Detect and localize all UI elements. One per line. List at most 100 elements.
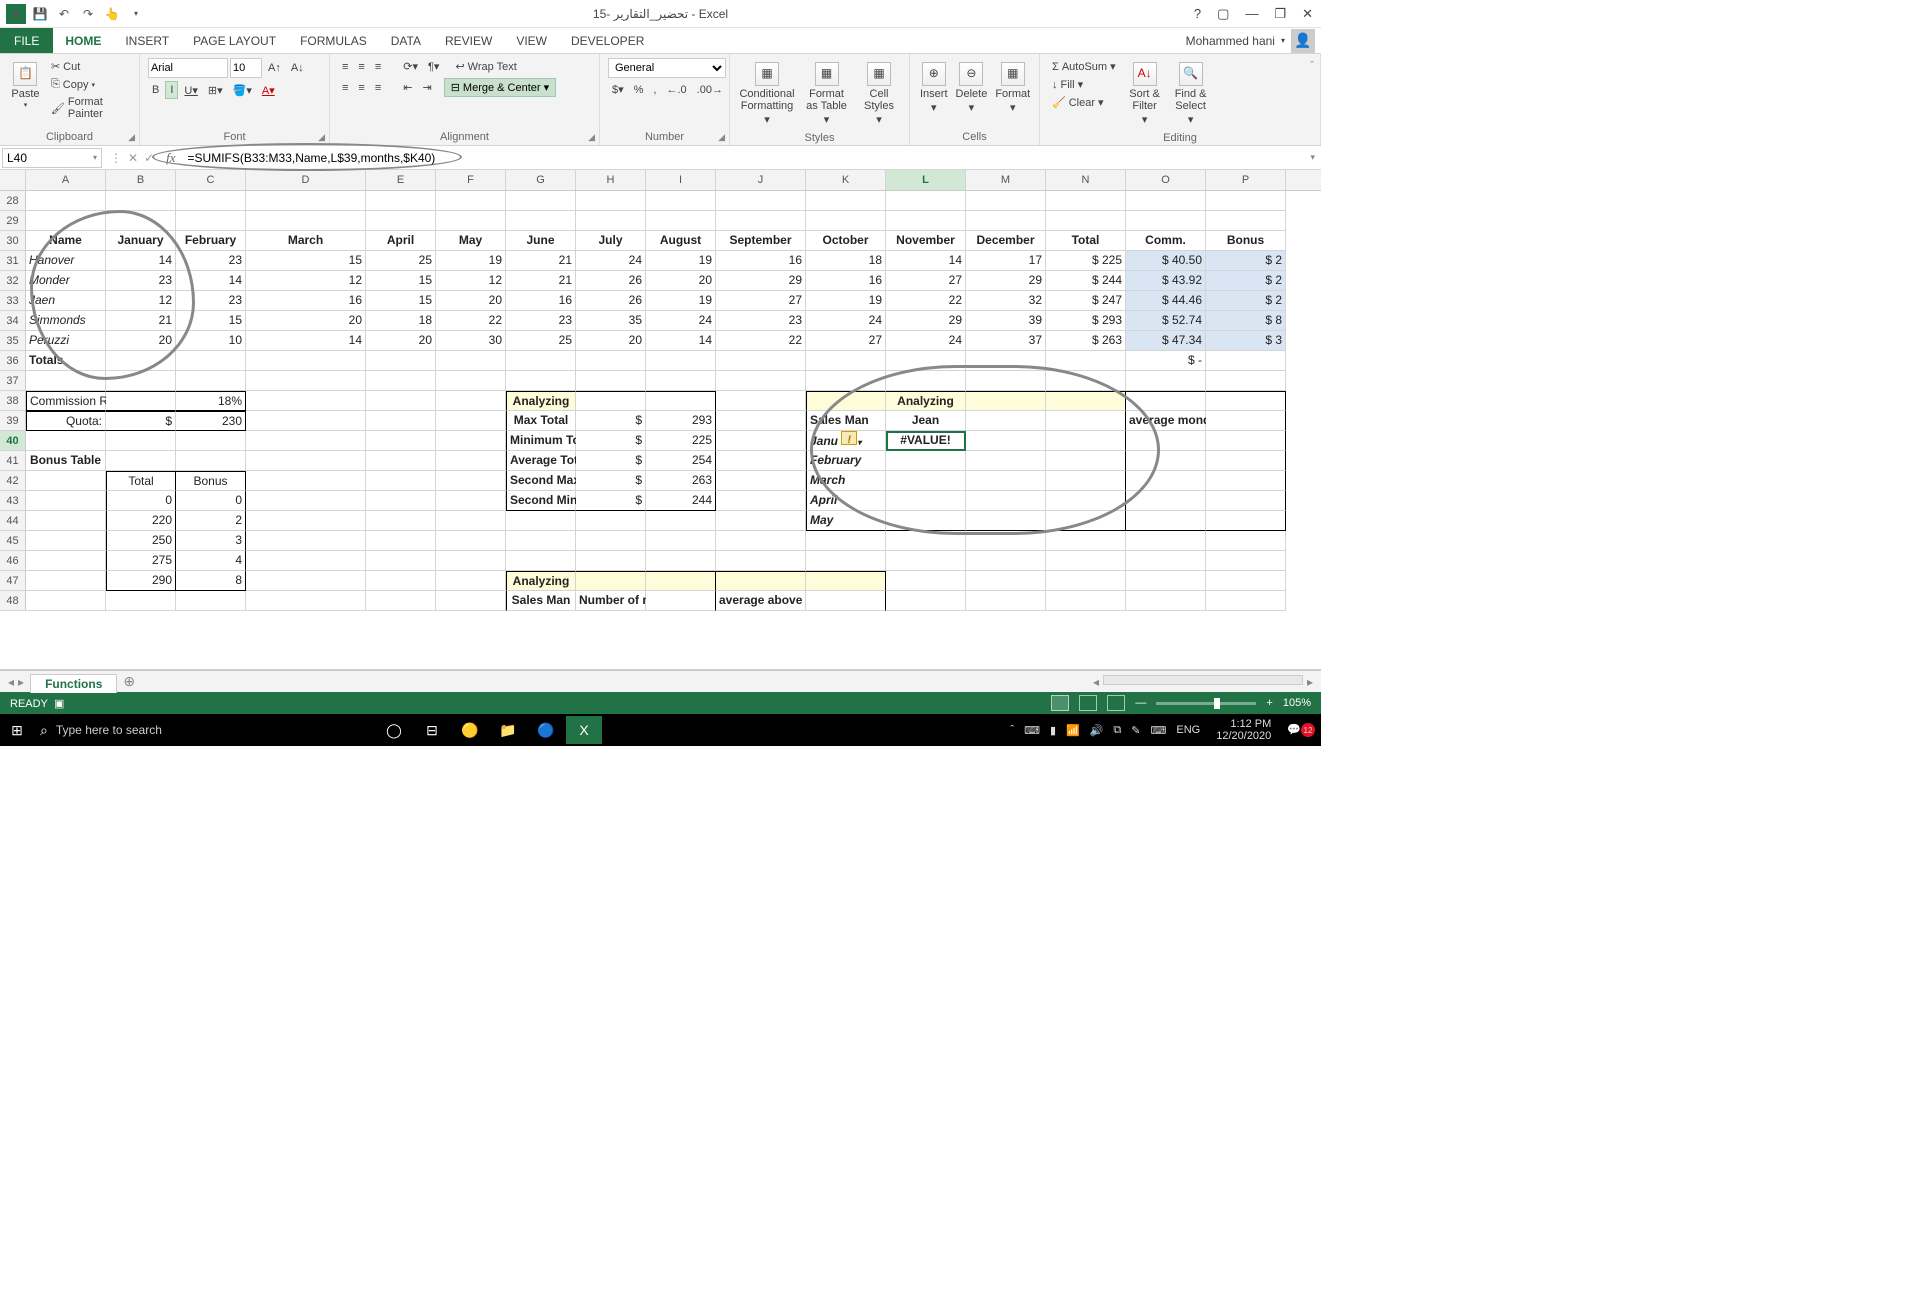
cell-J39[interactable]: [716, 411, 806, 431]
cell-L34[interactable]: 29: [886, 311, 966, 331]
col-header-F[interactable]: F: [436, 170, 506, 190]
task-view-icon[interactable]: ⊟: [414, 716, 450, 744]
cell-E33[interactable]: 15: [366, 291, 436, 311]
cell-O43[interactable]: [1126, 491, 1206, 511]
cell-P44[interactable]: [1206, 511, 1286, 531]
cell-I41[interactable]: 254: [646, 451, 716, 471]
cell-P31[interactable]: $ 2: [1206, 251, 1286, 271]
dialog-launcher-icon[interactable]: ◢: [318, 132, 325, 143]
system-clock[interactable]: 1:12 PM12/20/2020: [1210, 718, 1277, 742]
cell-G43[interactable]: Second Min: [506, 491, 576, 511]
name-box[interactable]: L40▾: [2, 148, 102, 168]
col-header-P[interactable]: P: [1206, 170, 1286, 190]
col-header-H[interactable]: H: [576, 170, 646, 190]
new-sheet-icon[interactable]: ⊕: [123, 673, 135, 690]
cell-N31[interactable]: $ 225: [1046, 251, 1126, 271]
cell-D44[interactable]: [246, 511, 366, 531]
touch-keyboard-icon[interactable]: ⌨: [1151, 724, 1167, 737]
cell-D30[interactable]: March: [246, 231, 366, 251]
cell-K38[interactable]: [806, 391, 886, 411]
cell-N37[interactable]: [1046, 371, 1126, 391]
cell-H42[interactable]: $: [576, 471, 646, 491]
cell-K33[interactable]: 19: [806, 291, 886, 311]
cell-H31[interactable]: 24: [576, 251, 646, 271]
cell-B36[interactable]: [106, 351, 176, 371]
cell-L37[interactable]: [886, 371, 966, 391]
cell-I29[interactable]: [646, 211, 716, 231]
cell-H38[interactable]: [576, 391, 646, 411]
cell-F29[interactable]: [436, 211, 506, 231]
cell-K28[interactable]: [806, 191, 886, 211]
cell-K35[interactable]: 27: [806, 331, 886, 351]
cell-M37[interactable]: [966, 371, 1046, 391]
cell-K48[interactable]: [806, 591, 886, 611]
cell-G45[interactable]: [506, 531, 576, 551]
cell-E40[interactable]: [366, 431, 436, 451]
notifications-icon[interactable]: 💬12: [1287, 723, 1315, 738]
cell-L33[interactable]: 22: [886, 291, 966, 311]
cell-G40[interactable]: Minimum Total: [506, 431, 576, 451]
cell-M31[interactable]: 17: [966, 251, 1046, 271]
cell-C33[interactable]: 23: [176, 291, 246, 311]
cell-A42[interactable]: [26, 471, 106, 491]
cell-M44[interactable]: [966, 511, 1046, 531]
cell-C41[interactable]: [176, 451, 246, 471]
cell-D41[interactable]: [246, 451, 366, 471]
conditional-formatting-button[interactable]: ▦Conditional Formatting▾: [738, 58, 796, 130]
cell-E48[interactable]: [366, 591, 436, 611]
cell-C38[interactable]: 18%: [176, 391, 246, 411]
dialog-launcher-icon[interactable]: ◢: [718, 132, 725, 143]
cell-D35[interactable]: 14: [246, 331, 366, 351]
cell-G44[interactable]: [506, 511, 576, 531]
format-as-table-button[interactable]: ▦Format as Table▾: [800, 58, 853, 130]
cell-A44[interactable]: [26, 511, 106, 531]
cell-O40[interactable]: [1126, 431, 1206, 451]
row-header-36[interactable]: 36: [0, 351, 26, 371]
cell-L44[interactable]: [886, 511, 966, 531]
cell-L30[interactable]: November: [886, 231, 966, 251]
sort-filter-button[interactable]: A↓Sort & Filter▾: [1124, 58, 1166, 130]
cell-L38[interactable]: Analyzing: [886, 391, 966, 411]
tray-chevron-icon[interactable]: ˆ: [1010, 724, 1014, 736]
cell-L28[interactable]: [886, 191, 966, 211]
expand-formula-bar-icon[interactable]: ▾: [1304, 152, 1321, 163]
cell-P39[interactable]: [1206, 411, 1286, 431]
cell-D40[interactable]: [246, 431, 366, 451]
home-tab[interactable]: HOME: [53, 28, 113, 53]
align-left-icon[interactable]: ≡: [338, 80, 352, 96]
cell-F42[interactable]: [436, 471, 506, 491]
cell-N30[interactable]: Total: [1046, 231, 1126, 251]
cell-L47[interactable]: [886, 571, 966, 591]
cell-P35[interactable]: $ 3: [1206, 331, 1286, 351]
cell-B33[interactable]: 12: [106, 291, 176, 311]
cell-C40[interactable]: [176, 431, 246, 451]
cell-J48[interactable]: average above 19: [716, 591, 806, 611]
cell-L40[interactable]: #VALUE!: [886, 431, 966, 451]
cell-F28[interactable]: [436, 191, 506, 211]
cell-I46[interactable]: [646, 551, 716, 571]
cell-O38[interactable]: [1126, 391, 1206, 411]
cell-H39[interactable]: $: [576, 411, 646, 431]
cell-J45[interactable]: [716, 531, 806, 551]
row-header-38[interactable]: 38: [0, 391, 26, 411]
zoom-in-icon[interactable]: +: [1266, 697, 1272, 709]
cell-A48[interactable]: [26, 591, 106, 611]
cell-C32[interactable]: 14: [176, 271, 246, 291]
col-header-O[interactable]: O: [1126, 170, 1206, 190]
cell-M38[interactable]: [966, 391, 1046, 411]
cell-L41[interactable]: [886, 451, 966, 471]
cell-C39[interactable]: 230: [176, 411, 246, 431]
cell-B35[interactable]: 20: [106, 331, 176, 351]
cell-P40[interactable]: [1206, 431, 1286, 451]
increase-indent-icon[interactable]: ⇥: [418, 79, 435, 96]
cell-E30[interactable]: April: [366, 231, 436, 251]
cell-D37[interactable]: [246, 371, 366, 391]
increase-font-icon[interactable]: A↑: [264, 60, 285, 76]
file-explorer-icon[interactable]: 📁: [490, 716, 526, 744]
volume-icon[interactable]: 🔊: [1090, 724, 1104, 737]
cell-B46[interactable]: 275: [106, 551, 176, 571]
cell-E36[interactable]: [366, 351, 436, 371]
col-header-L[interactable]: L: [886, 170, 966, 190]
cell-J44[interactable]: [716, 511, 806, 531]
cell-K36[interactable]: [806, 351, 886, 371]
